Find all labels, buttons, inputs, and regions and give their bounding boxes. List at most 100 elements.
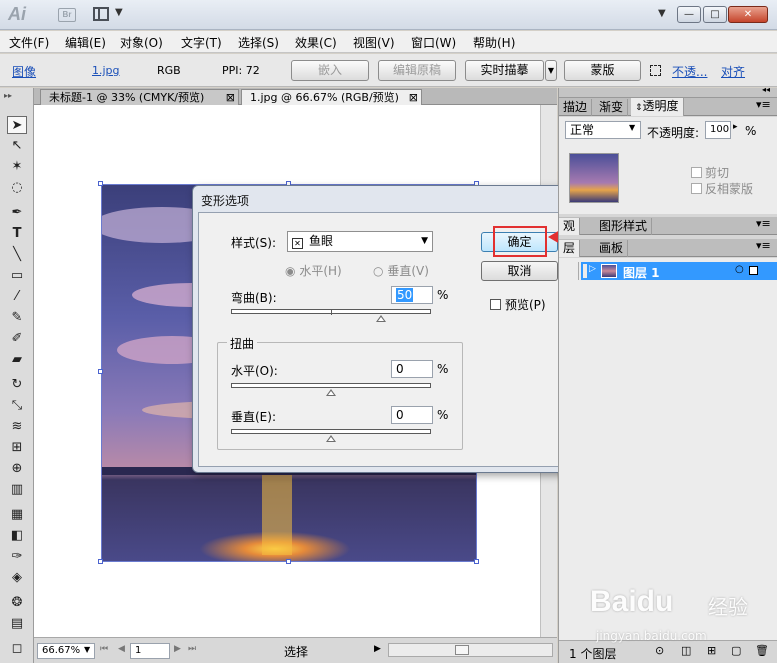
visibility-toggle[interactable]: [559, 262, 579, 280]
prev-page-icon[interactable]: ◀: [118, 644, 125, 654]
vertical-slider-thumb[interactable]: [326, 435, 336, 442]
horizontal-distort-field[interactable]: 0: [391, 360, 433, 378]
edit-original-button[interactable]: 编辑原稿: [378, 60, 456, 81]
last-page-icon[interactable]: ⏭: [188, 644, 196, 654]
magic-wand-tool-icon[interactable]: ✶: [7, 158, 27, 176]
line-tool-icon[interactable]: ╲: [7, 246, 27, 264]
blend-tool-icon[interactable]: ◈: [7, 569, 27, 587]
align-link[interactable]: 对齐: [721, 63, 745, 80]
opacity-link[interactable]: 不透...: [672, 63, 707, 80]
menu-view[interactable]: 视图(V): [353, 34, 395, 51]
menu-type[interactable]: 文字(T): [181, 34, 222, 51]
selection-handle[interactable]: [474, 559, 479, 564]
selection-tool-icon[interactable]: ➤: [7, 116, 27, 134]
status-menu-icon[interactable]: ▶: [374, 644, 381, 654]
bend-slider-thumb[interactable]: [375, 315, 386, 322]
opacity-field[interactable]: 100: [705, 121, 731, 139]
tab-close-icon[interactable]: ⊠: [409, 90, 418, 106]
rotate-tool-icon[interactable]: ↻: [7, 376, 27, 394]
selection-handle[interactable]: [98, 369, 103, 374]
menu-window[interactable]: 窗口(W): [411, 34, 456, 51]
clip-checkbox[interactable]: 剪切: [691, 164, 729, 181]
bend-field[interactable]: 50: [391, 286, 433, 304]
tab-layers[interactable]: 层: [559, 240, 581, 257]
image-thumbnail[interactable]: [569, 153, 619, 203]
collapse-icon[interactable]: ▸▸: [4, 91, 12, 100]
layer-row[interactable]: ▷ 图层 1 ○: [559, 262, 777, 280]
invert-mask-checkbox[interactable]: 反相蒙版: [691, 180, 753, 197]
tab-close-icon[interactable]: ⊠: [226, 90, 235, 106]
menu-select[interactable]: 选择(S): [238, 34, 279, 51]
style-select[interactable]: ✕ 鱼眼 ▼: [287, 231, 433, 252]
collapse-icon[interactable]: ◂◂: [762, 85, 770, 94]
arrange-documents-icon[interactable]: [93, 7, 109, 21]
free-transform-tool-icon[interactable]: ⊞: [7, 439, 27, 457]
pen-tool-icon[interactable]: ✒: [7, 204, 27, 222]
artboard-tool-icon[interactable]: ◻: [7, 640, 27, 658]
workspace-chevron-down-icon[interactable]: ▼: [658, 8, 666, 19]
tab-untitled[interactable]: 未标题-1 @ 33% (CMYK/预览) ⊠: [40, 89, 239, 105]
eyedropper-tool-icon[interactable]: ✑: [7, 548, 27, 566]
horizontal-distort-slider[interactable]: [231, 383, 431, 396]
horizontal-scrollbar[interactable]: [388, 643, 553, 657]
direct-selection-tool-icon[interactable]: ↖: [7, 137, 27, 155]
opacity-chevron-right-icon[interactable]: ▸: [733, 122, 738, 132]
type-tool-icon[interactable]: T: [7, 225, 27, 243]
eraser-tool-icon[interactable]: ▰: [7, 351, 27, 369]
chevron-down-icon[interactable]: ▼: [115, 7, 123, 18]
close-button[interactable]: ✕: [728, 6, 768, 23]
horizontal-radio[interactable]: ◉ 水平(H): [285, 262, 342, 279]
bend-slider[interactable]: [231, 309, 431, 322]
live-trace-options-chevron-icon[interactable]: ▼: [545, 60, 557, 81]
menu-help[interactable]: 帮助(H): [473, 34, 515, 51]
first-page-icon[interactable]: ⏮: [100, 644, 108, 654]
object-type-link[interactable]: 图像: [12, 63, 36, 80]
menu-file[interactable]: 文件(F): [9, 34, 49, 51]
preview-checkbox[interactable]: 预览(P): [490, 296, 546, 313]
shape-builder-tool-icon[interactable]: ⊕: [7, 460, 27, 478]
expand-chevron-right-icon[interactable]: ▷: [589, 264, 596, 274]
menu-edit[interactable]: 编辑(E): [65, 34, 106, 51]
tab-artboards[interactable]: 画板: [595, 240, 629, 257]
selection-handle[interactable]: [98, 559, 103, 564]
zoom-chevron-down-icon[interactable]: ▼: [84, 645, 90, 654]
chevron-down-icon[interactable]: ▼: [421, 232, 428, 251]
page-field[interactable]: 1: [130, 643, 170, 659]
horizontal-slider-thumb[interactable]: [326, 389, 336, 396]
menu-effect[interactable]: 效果(C): [295, 34, 337, 51]
live-trace-button[interactable]: 实时描摹: [465, 60, 544, 81]
scale-tool-icon[interactable]: ⤡: [7, 397, 27, 415]
pencil-tool-icon[interactable]: ✎: [7, 309, 27, 327]
scroll-thumb[interactable]: [455, 645, 469, 655]
selection-indicator[interactable]: [749, 266, 758, 275]
panel-menu-icon[interactable]: ▾≡: [756, 239, 771, 252]
tab-transparency[interactable]: ⇕透明度: [631, 98, 684, 116]
tab-1jpg[interactable]: 1.jpg @ 66.67% (RGB/预览) ⊠: [241, 89, 422, 105]
graph-tool-icon[interactable]: ▥: [7, 481, 27, 499]
target-icon[interactable]: ○: [735, 264, 744, 275]
column-graph-tool-icon[interactable]: ▤: [7, 615, 27, 633]
gradient-tool-icon[interactable]: ◧: [7, 527, 27, 545]
symbol-sprayer-tool-icon[interactable]: ❂: [7, 594, 27, 612]
tab-stroke[interactable]: 描边: [559, 99, 593, 116]
tab-graphic-styles[interactable]: 图形样式: [595, 218, 653, 235]
restore-button[interactable]: □: [703, 6, 727, 23]
rectangle-tool-icon[interactable]: ▭: [7, 267, 27, 285]
vertical-distort-field[interactable]: 0: [391, 406, 433, 424]
lasso-tool-icon[interactable]: ◌: [7, 179, 27, 197]
lock-toggle[interactable]: [583, 264, 587, 278]
selection-handle[interactable]: [286, 559, 291, 564]
panel-menu-icon[interactable]: ▾≡: [756, 98, 771, 111]
filename-link[interactable]: 1.jpg: [92, 64, 120, 77]
mask-button[interactable]: 蒙版: [564, 60, 641, 81]
menu-object[interactable]: 对象(O): [120, 34, 163, 51]
paintbrush-tool-icon[interactable]: ⁄: [7, 288, 27, 306]
vertical-radio[interactable]: ○ 垂直(V): [373, 262, 429, 279]
panel-menu-icon[interactable]: ▾≡: [756, 217, 771, 230]
tab-appearance[interactable]: 观: [559, 218, 581, 235]
next-page-icon[interactable]: ▶: [174, 644, 181, 654]
selection-handle[interactable]: [98, 181, 103, 186]
embed-button[interactable]: 嵌入: [291, 60, 369, 81]
cancel-button[interactable]: 取消: [481, 261, 558, 281]
mesh-tool-icon[interactable]: ▦: [7, 506, 27, 524]
